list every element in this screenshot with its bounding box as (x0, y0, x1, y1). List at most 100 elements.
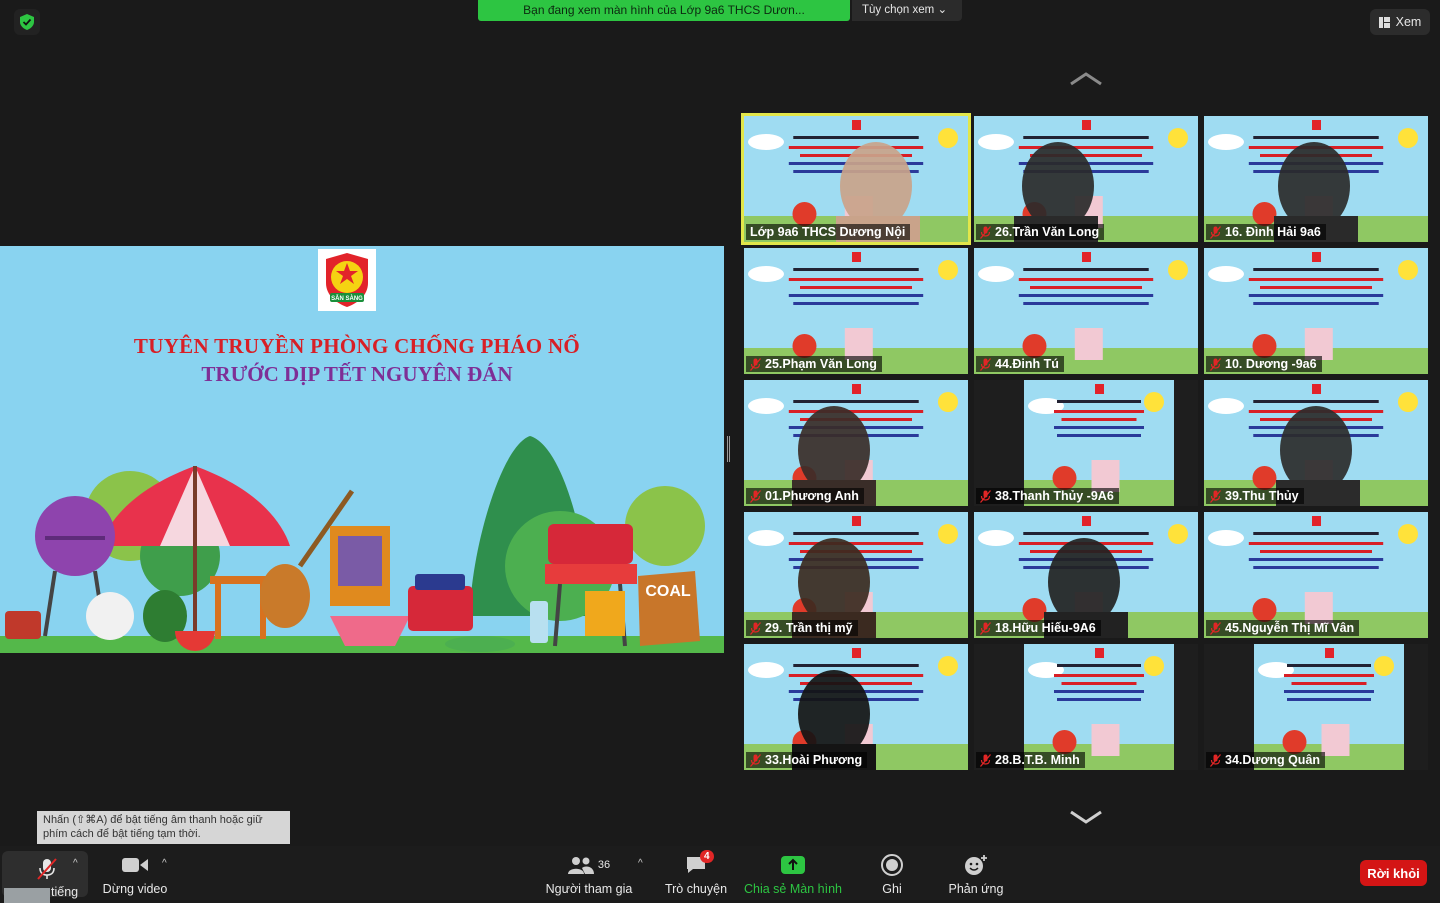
participant-name: 45.Nguyễn Thị Mĩ Vân (1225, 621, 1355, 635)
participant-name-tag: 29. Trần thị mỹ (746, 620, 858, 636)
participant-name: 18.Hữu Hiếu-9A6 (995, 621, 1096, 635)
participant-name-tag: 26.Trần Văn Long (976, 224, 1105, 240)
participant-tile[interactable]: 18.Hữu Hiếu-9A6 (974, 512, 1198, 638)
smiley-plus-icon (965, 855, 987, 875)
participant-tile[interactable]: 38.Thanh Thủy -9A6 (974, 380, 1198, 506)
participant-tile[interactable]: 29. Trần thị mỹ (744, 512, 968, 638)
muted-mic-icon (980, 753, 991, 767)
muted-mic-icon (1210, 225, 1221, 239)
participant-name-tag: 16. Đình Hải 9a6 (1206, 224, 1326, 240)
audio-options-caret-icon[interactable]: ^ (73, 858, 78, 869)
stop-video-label: Dừng video (102, 882, 168, 896)
participant-tile[interactable]: Lớp 9a6 THCS Dương Nội (741, 113, 971, 245)
participants-icon (567, 857, 594, 874)
leave-meeting-button[interactable]: Rời khỏi (1360, 860, 1427, 886)
muted-mic-icon (1210, 753, 1221, 767)
participant-tile[interactable]: 01.Phương Anh (744, 380, 968, 506)
participant-name: 39.Thu Thủy (1225, 489, 1299, 503)
stop-video-button[interactable]: Dừng video (100, 854, 170, 896)
video-camera-icon (122, 858, 148, 872)
record-label: Ghi (882, 882, 902, 896)
page-down-arrow-icon[interactable] (1068, 808, 1104, 828)
participants-count: 36 (597, 859, 611, 871)
video-options-caret-icon[interactable]: ^ (162, 858, 167, 869)
participant-name: 34.Dương Quân (1225, 753, 1321, 767)
share-screen-button[interactable]: Chia sẻ Màn hình (742, 854, 844, 896)
view-button-label: Xem (1395, 15, 1422, 29)
participant-tile[interactable]: 33.Hoài Phương (744, 644, 968, 770)
chat-label: Trò chuyện (664, 882, 728, 896)
participant-name-tag: 44.Đinh Tú (976, 356, 1064, 372)
participant-name: 16. Đình Hải 9a6 (1225, 225, 1321, 239)
participant-name-tag: Lớp 9a6 THCS Dương Nội (746, 224, 911, 240)
muted-mic-icon (1210, 357, 1221, 371)
participant-name-tag: 01.Phương Anh (746, 488, 864, 504)
participant-name-tag: 10. Dương -9a6 (1206, 356, 1322, 372)
record-button[interactable]: Ghi (872, 854, 912, 896)
participants-button[interactable]: 36 Người tham gia (545, 854, 633, 896)
participant-tile[interactable]: 16. Đình Hải 9a6 (1204, 116, 1428, 242)
participant-tile[interactable]: 26.Trần Văn Long (974, 116, 1198, 242)
participant-name-tag: 34.Dương Quân (1206, 752, 1326, 768)
muted-microphone-icon (37, 858, 57, 880)
youth-pioneer-logo: SẴN SÀNG (318, 249, 376, 311)
participant-tile[interactable]: 44.Đinh Tú (974, 248, 1198, 374)
participants-label: Người tham gia (545, 882, 633, 896)
participant-name-tag: 18.Hữu Hiếu-9A6 (976, 620, 1101, 636)
chat-button[interactable]: 4 Trò chuyện (662, 850, 730, 896)
reactions-label: Phản ứng (948, 882, 1004, 896)
chevron-down-icon: ⌄ (937, 4, 948, 16)
participant-name: 28.B.T.B. Minh (995, 753, 1080, 767)
participant-name-tag: 25.Phạm Văn Long (746, 356, 882, 372)
participants-options-caret-icon[interactable]: ^ (638, 858, 643, 869)
participant-tile[interactable]: 28.B.T.B. Minh (974, 644, 1198, 770)
muted-mic-icon (980, 357, 991, 371)
view-options-label: Tùy chọn xem (862, 4, 935, 16)
participant-name-tag: 38.Thanh Thủy -9A6 (976, 488, 1119, 504)
muted-mic-icon (980, 489, 991, 503)
participant-name: 44.Đinh Tú (995, 357, 1059, 371)
unmute-label: tiếng (51, 885, 79, 899)
slide-title-line2: TRƯỚC DỊP TẾT NGUYÊN ĐÁN (201, 362, 513, 386)
muted-mic-icon (750, 357, 761, 371)
chat-badge: 4 (700, 850, 714, 863)
participant-name: Lớp 9a6 THCS Dương Nội (750, 225, 906, 239)
security-shield-icon[interactable] (14, 9, 40, 35)
status-chip (4, 888, 50, 903)
muted-mic-icon (980, 225, 991, 239)
participant-name-tag: 33.Hoài Phương (746, 752, 868, 768)
logo-text: SẴN SÀNG (331, 295, 363, 302)
shared-screen: SẴN SÀNG TUYÊN TRUYỀN PHÒNG CHỐNG PHÁO N… (0, 246, 724, 653)
view-button[interactable]: Xem (1370, 9, 1430, 35)
muted-mic-icon (750, 489, 761, 503)
participant-name: 25.Phạm Văn Long (765, 357, 877, 371)
participant-name: 01.Phương Anh (765, 489, 859, 503)
participant-name: 29. Trần thị mỹ (765, 621, 853, 635)
participant-name: 26.Trần Văn Long (995, 225, 1100, 239)
participant-tile[interactable]: 25.Phạm Văn Long (744, 248, 968, 374)
picnic-illustration: COAL (0, 436, 724, 653)
participant-name: 10. Dương -9a6 (1225, 357, 1317, 371)
screen-share-banner: Bạn đang xem màn hình của Lớp 9a6 THCS D… (478, 0, 850, 21)
share-screen-icon (781, 856, 805, 874)
muted-mic-icon (1210, 621, 1221, 635)
participant-name: 38.Thanh Thủy -9A6 (995, 489, 1114, 503)
participant-name-tag: 28.B.T.B. Minh (976, 752, 1085, 768)
panel-resize-handle[interactable] (727, 436, 730, 462)
slide-title-line1: TUYÊN TRUYỀN PHÒNG CHỐNG PHÁO NỔ (133, 334, 581, 358)
participant-tile[interactable]: 34.Dương Quân (1204, 644, 1428, 770)
record-icon (881, 854, 903, 876)
participant-name-tag: 45.Nguyễn Thị Mĩ Vân (1206, 620, 1360, 636)
coal-bag-label: COAL (645, 583, 691, 600)
muted-mic-icon (980, 621, 991, 635)
participant-tile[interactable]: 10. Dương -9a6 (1204, 248, 1428, 374)
share-screen-label: Chia sẻ Màn hình (744, 882, 842, 896)
participant-tile[interactable]: 39.Thu Thủy (1204, 380, 1428, 506)
muted-mic-icon (1210, 489, 1221, 503)
page-up-arrow-icon[interactable] (1068, 68, 1104, 88)
participant-name-tag: 39.Thu Thủy (1206, 488, 1304, 504)
muted-mic-icon (750, 621, 761, 635)
view-options-dropdown[interactable]: Tùy chọn xem ⌄ (852, 0, 962, 21)
participant-tile[interactable]: 45.Nguyễn Thị Mĩ Vân (1204, 512, 1428, 638)
reactions-button[interactable]: Phản ứng (944, 854, 1008, 896)
